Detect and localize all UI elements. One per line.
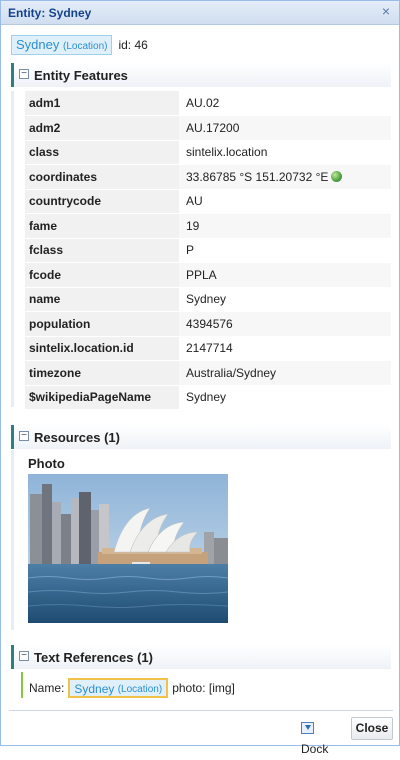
coordinates-text: 33.86785 °S 151.20732 °E [186,169,329,184]
section-header-resources[interactable]: − Resources (1) [11,425,391,449]
table-row: class sintelix.location [25,140,391,165]
feature-value: Australia/Sydney [179,360,391,385]
feature-key: name [25,287,179,312]
feature-value: 4394576 [179,311,391,336]
globe-icon[interactable] [331,170,343,182]
feature-key: population [25,311,179,337]
features-table: adm1 AU.02 adm2 AU.17200 class sintelix.loc… [25,91,391,410]
feature-value: PPLA [179,262,391,287]
table-row: name Sydney [25,287,391,312]
close-icon[interactable]: × [379,4,393,18]
feature-key: sintelix.location.id [25,336,179,361]
feature-key: adm2 [25,115,179,141]
feature-key: class [25,140,179,165]
text-references-body: Name: Sydney (Location) photo: [img] [11,669,391,705]
sydney-opera-house-image [28,474,228,623]
entity-window: Entity: Sydney × Sydney (Location) id: 46… [0,0,400,756]
section-title-features: Entity Features [34,68,128,83]
feature-key: coordinates [25,164,179,190]
table-row: coordinates 33.86785 °S 151.20732 °E [25,164,391,190]
entity-name: Sydney [16,37,60,52]
photo-label: Photo [28,456,65,471]
entity-id: id: 46 [118,38,148,52]
text-reference-item: Name: Sydney (Location) photo: [img] [29,678,235,698]
dock-button[interactable]: Dock [294,717,345,756]
section-title-resources: Resources (1) [34,430,120,445]
feature-value-coordinates: 33.86785 °S 151.20732 °E [179,164,391,189]
feature-key: fame [25,213,179,239]
entity-chip[interactable]: Sydney (Location) [11,35,113,55]
feature-key: timezone [25,360,179,386]
feature-value: Sydney [186,292,227,307]
collapse-icon[interactable]: − [19,431,29,441]
table-row: sintelix.location.id 2147714 [25,336,391,361]
section-divider-line [11,91,14,407]
table-row: timezone Australia/Sydney [25,360,391,386]
collapse-icon[interactable]: − [19,651,29,661]
section-title-text-references: Text References (1) [34,650,153,665]
table-row: $wikipediaPageName Sydney [25,385,391,410]
resources-body: Photo [11,450,391,630]
feature-key: fclass [25,238,179,263]
reference-marker-line [21,672,23,698]
table-row: fcode PPLA [25,262,391,288]
feature-value: 19 [179,213,391,238]
reference-entity-chip[interactable]: Sydney (Location) [68,678,169,698]
table-row: fame 19 [25,213,391,239]
features-body: adm1 AU.02 adm2 AU.17200 class sintelix.loc… [11,91,391,410]
reference-suffix: photo: [img] [172,681,235,695]
table-row: adm1 AU.02 [25,91,391,116]
feature-value: 2147714 [186,341,233,356]
feature-key: fcode [25,262,179,288]
reference-entity-name: Sydney [74,681,115,696]
table-row: adm2 AU.17200 [25,115,391,141]
window-title: Entity: Sydney [8,6,92,20]
reference-entity-type: (Location) [117,684,163,695]
feature-key: countrycode [25,189,179,214]
feature-value: AU [186,194,203,209]
collapse-icon[interactable]: − [19,69,29,79]
entity-type: (Location) [63,41,108,52]
table-row: population 4394576 [25,311,391,337]
section-header-text-references[interactable]: − Text References (1) [11,645,391,669]
window-titlebar[interactable]: Entity: Sydney × [1,1,399,25]
footer-divider [9,710,393,711]
feature-value: sintelix.location [186,145,268,160]
table-row: countrycode AU [25,189,391,214]
section-header-features[interactable]: − Entity Features [11,63,391,87]
feature-value: P [186,243,195,258]
section-divider-line [11,450,14,630]
dock-icon [301,722,314,734]
dock-label: Dock [301,742,329,756]
feature-value: AU.17200 [179,115,391,140]
feature-value: Sydney [186,390,227,405]
feature-key: $wikipediaPageName [25,385,179,410]
close-button[interactable]: Close [351,717,393,740]
reference-prefix: Name: [29,681,65,695]
photo-thumbnail[interactable] [28,474,228,623]
feature-key: adm1 [25,91,179,116]
table-row: fclass P [25,238,391,263]
entity-header: Sydney (Location) id: 46 [11,35,148,55]
feature-value: AU.02 [186,96,220,111]
